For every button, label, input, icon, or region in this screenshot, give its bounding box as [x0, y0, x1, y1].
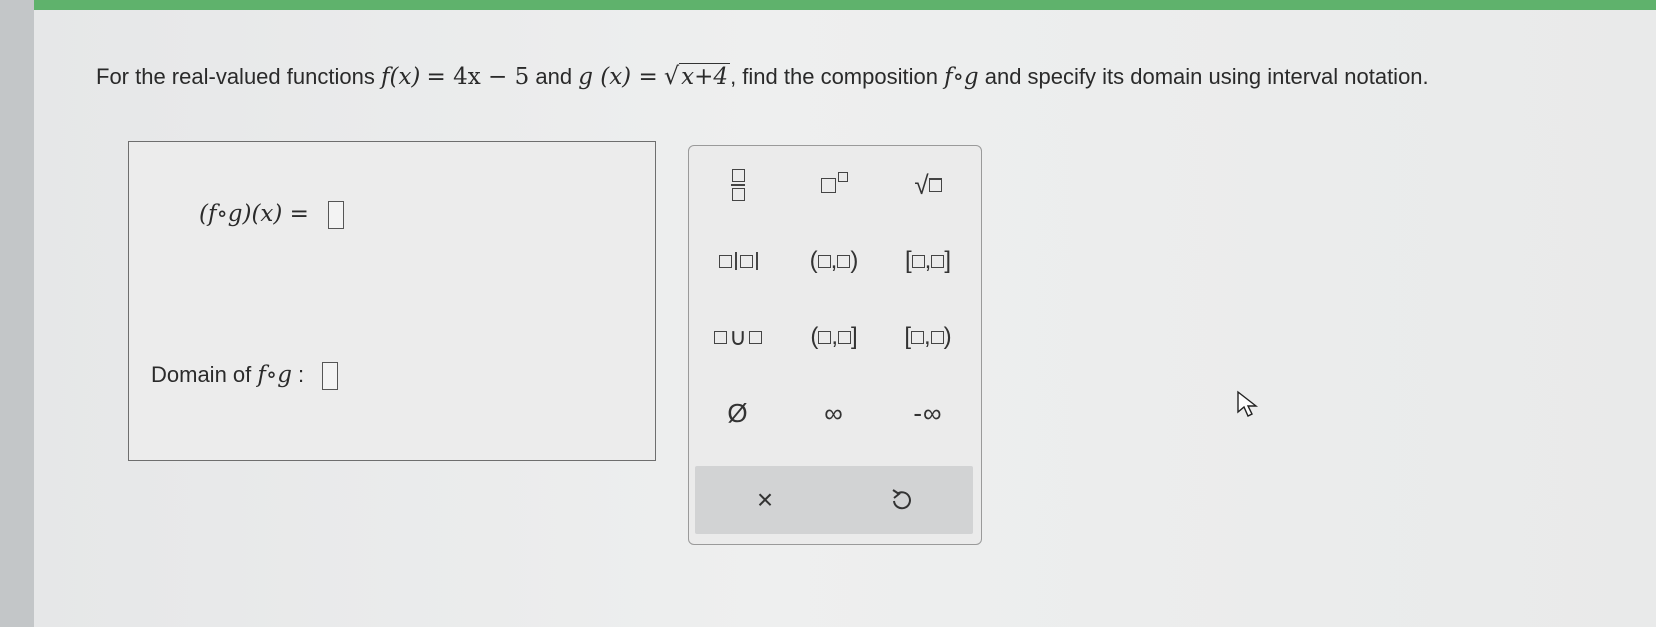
square-root-icon: √: [914, 170, 942, 201]
domain-answer-input[interactable]: [322, 362, 339, 391]
close-icon: ×: [756, 484, 774, 515]
undo-button[interactable]: [861, 473, 941, 527]
undo-icon: [892, 489, 911, 510]
f-definition-rhs: = 4x − 5: [426, 64, 530, 90]
union-button[interactable]: ∪: [697, 310, 779, 364]
domain-composition: f∘g: [257, 362, 292, 388]
left-edge: [0, 0, 34, 627]
mouse-pointer-icon: [1237, 390, 1259, 417]
empty-set-button[interactable]: Ø: [697, 386, 779, 440]
answer-box: (f∘g)(x) = Domain of f∘g :: [128, 141, 656, 461]
negative-infinity-symbol: -∞: [913, 397, 943, 428]
union-icon: ∪: [714, 323, 762, 352]
closed-interval-icon: [,]: [904, 247, 951, 274]
left-open-interval-button[interactable]: (,]: [793, 310, 875, 364]
negative-infinity-button[interactable]: -∞: [887, 386, 969, 440]
absolute-value-icon: [718, 252, 758, 270]
question-intro: For the real-valued functions: [96, 64, 375, 89]
right-open-interval-button[interactable]: [,): [887, 310, 969, 364]
math-palette: √ (,) [,] ∪ (,] [,) Ø ∞ -∞ ×: [688, 145, 982, 545]
superscript-button[interactable]: [793, 158, 875, 212]
infinity-button[interactable]: ∞: [793, 386, 875, 440]
superscript-icon: [820, 171, 848, 199]
left-open-interval-icon: (,]: [810, 323, 858, 350]
composition-label: (f∘g)(x) =: [199, 201, 309, 227]
top-green-strip: [0, 0, 1656, 10]
closed-interval-button[interactable]: [,]: [887, 234, 969, 288]
infinity-symbol: ∞: [824, 397, 844, 428]
g-definition-sqrt: √x+4: [663, 62, 731, 90]
empty-set-symbol: Ø: [727, 397, 749, 428]
g-definition-lhs: g (x) =: [578, 64, 658, 90]
palette-action-bar: ×: [695, 466, 973, 534]
question-and: and: [535, 64, 573, 89]
g-radicand: x+4: [679, 63, 731, 90]
question-tail: and specify its domain using interval no…: [984, 64, 1429, 89]
domain-colon: :: [298, 362, 305, 387]
absolute-value-button[interactable]: [697, 234, 779, 288]
f-definition-lhs: f(x): [380, 64, 421, 90]
open-interval-button[interactable]: (,): [793, 234, 875, 288]
question-find: , find the composition: [730, 64, 938, 89]
open-interval-icon: (,): [809, 247, 859, 274]
domain-label: Domain of: [151, 362, 252, 387]
right-open-interval-icon: [,): [904, 323, 952, 350]
composition-row: (f∘g)(x) =: [199, 200, 344, 229]
square-root-button[interactable]: √: [887, 158, 969, 212]
question-composition: f∘g: [944, 64, 979, 90]
question-text: For the real-valued functions f(x) = 4x …: [96, 62, 1429, 90]
composition-answer-input[interactable]: [327, 200, 344, 229]
fraction-button[interactable]: [697, 158, 779, 212]
clear-button[interactable]: ×: [725, 473, 805, 527]
fraction-icon: [731, 169, 745, 201]
domain-row: Domain of f∘g :: [151, 362, 339, 391]
